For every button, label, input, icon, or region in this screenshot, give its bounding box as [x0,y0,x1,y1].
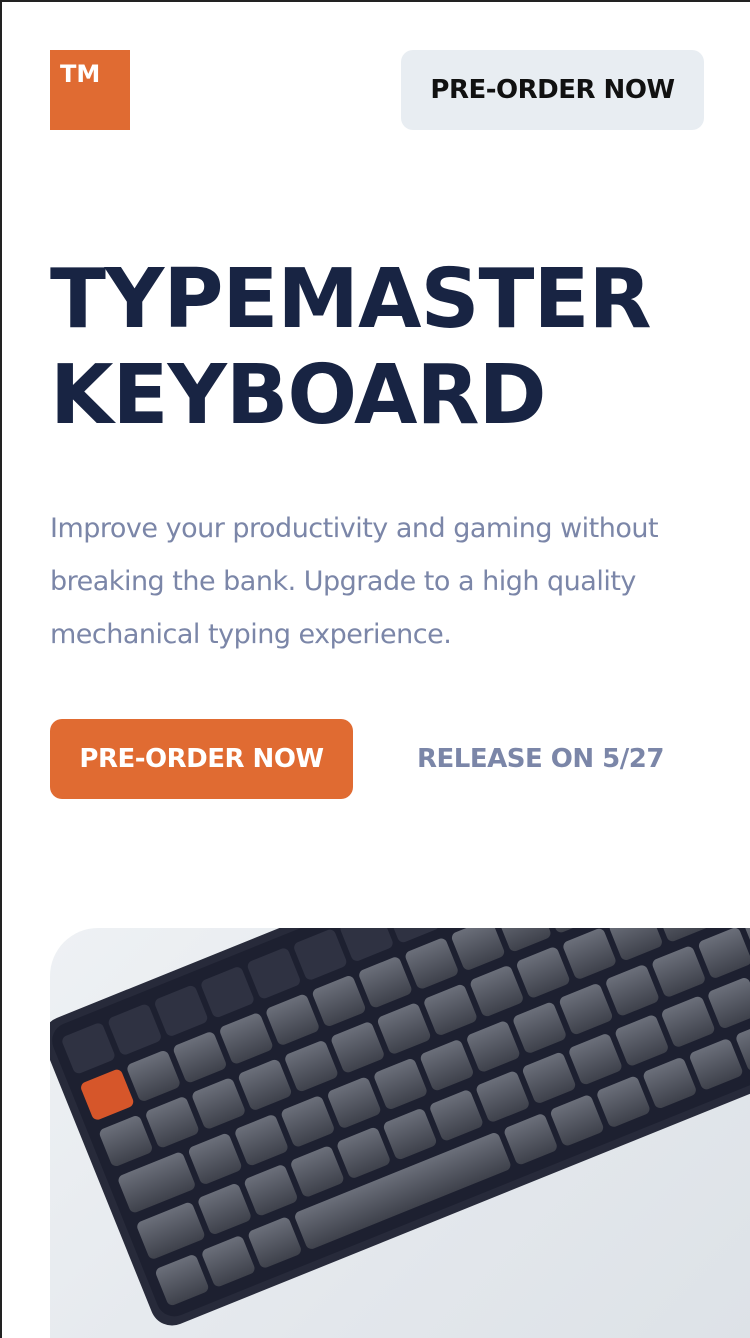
brand-logo[interactable]: TM [50,50,130,130]
preorder-button[interactable]: PRE-ORDER NOW [50,719,353,799]
title-line-1: TYPEMASTER [50,252,652,347]
header-preorder-label: PRE-ORDER NOW [430,75,675,105]
title-line-2: KEYBOARD [50,348,547,443]
preorder-button-label: PRE-ORDER NOW [79,744,324,774]
keyboard-icon [50,928,750,1326]
hero-description: Improve your productivity and gaming wit… [50,513,659,650]
logo-text: TM [60,60,101,88]
page-title: TYPEMASTER KEYBOARD [50,252,652,444]
keyboard-photo [50,928,750,1338]
header-preorder-button[interactable]: PRE-ORDER NOW [401,50,704,130]
release-date-text: RELEASE ON 5/27 [417,744,664,774]
